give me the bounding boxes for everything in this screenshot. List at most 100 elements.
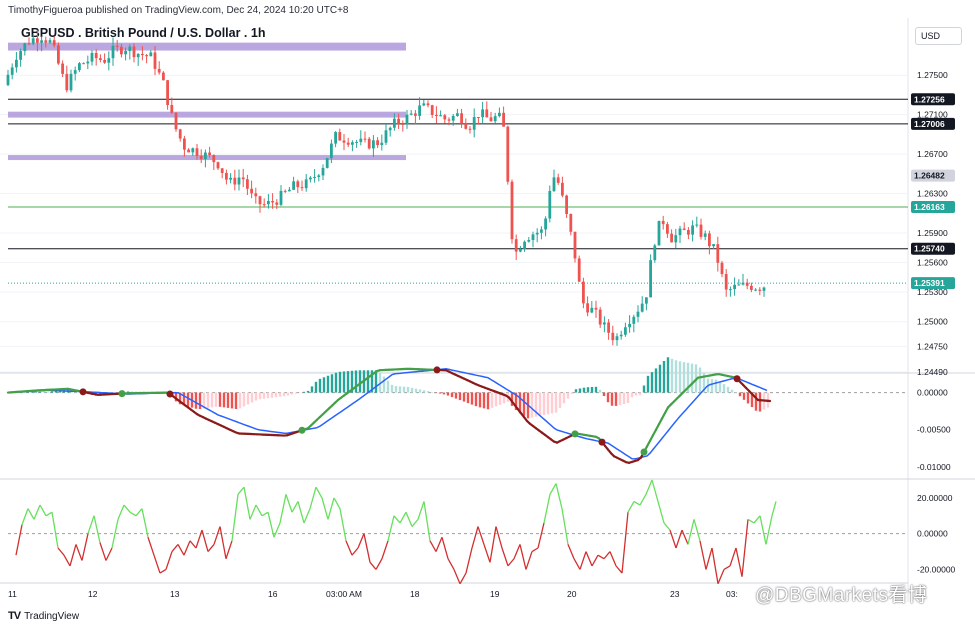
- candle-body: [401, 123, 405, 125]
- macd-histogram-bar: [482, 392, 486, 409]
- candle-body: [531, 234, 535, 241]
- osc-line-segment: [213, 526, 221, 545]
- candle-body: [691, 225, 694, 235]
- time-tick-label: 03:00 AM: [326, 589, 362, 599]
- candle-body: [430, 105, 434, 115]
- osc-line-segment: [597, 554, 605, 560]
- macd-histogram-bar: [438, 392, 442, 394]
- candle-body: [628, 323, 631, 328]
- macd-histogram-bar: [42, 391, 46, 393]
- macd-histogram-bar: [614, 392, 618, 406]
- candle-body: [241, 177, 245, 180]
- macd-histogram-bar: [590, 387, 594, 393]
- candle-body: [552, 177, 556, 191]
- osc-line-segment: [585, 551, 593, 567]
- osc-line-segment: [567, 544, 575, 559]
- osc-line-segment: [579, 551, 587, 570]
- time-tick-label: 11: [8, 589, 17, 599]
- macd-histogram-bar: [394, 386, 398, 393]
- candle-body: [535, 232, 539, 235]
- candle-body: [624, 327, 627, 335]
- macd-cross-dot: [166, 390, 174, 398]
- candle-body: [670, 233, 673, 243]
- osc-line-segment: [33, 504, 41, 520]
- macd-histogram-bar: [198, 392, 202, 410]
- candle-body: [65, 73, 69, 91]
- osc-line-segment: [237, 486, 245, 495]
- macd-histogram-bar: [358, 370, 362, 393]
- candle-body: [577, 258, 581, 282]
- osc-line-segment: [495, 526, 503, 549]
- osc-line-segment: [519, 544, 527, 570]
- candle-body: [195, 148, 199, 157]
- macd-histogram-bar: [50, 391, 54, 393]
- macd-histogram-bar: [246, 392, 250, 405]
- footer-brand[interactable]: TradingView: [24, 611, 79, 622]
- macd-histogram-bar: [402, 386, 406, 393]
- candle-body: [334, 132, 337, 144]
- candle-body: [254, 193, 258, 197]
- macd-histogram-bar: [226, 392, 230, 408]
- candle-body: [52, 40, 56, 46]
- macd-histogram-bar: [574, 389, 578, 393]
- osc-line-segment: [99, 542, 107, 561]
- candle-body: [464, 123, 468, 129]
- candle-body: [120, 46, 123, 55]
- macd-histogram-bar: [34, 391, 38, 393]
- macd-tick-label: -0.00500: [917, 425, 951, 435]
- osc-line-segment: [741, 519, 749, 577]
- macd-histogram-bar: [290, 392, 294, 395]
- candle-body: [183, 138, 186, 150]
- macd-histogram-bar: [250, 392, 254, 403]
- osc-line-segment: [561, 508, 569, 545]
- macd-histogram-bar: [214, 392, 218, 407]
- macd-histogram-bar: [746, 392, 750, 404]
- macd-cross-dot: [79, 388, 87, 396]
- macd-histogram-bar: [342, 371, 346, 393]
- macd-histogram-bar: [666, 357, 670, 393]
- osc-line-segment: [459, 572, 467, 585]
- macd-histogram-bar: [638, 392, 642, 396]
- osc-line-segment: [717, 569, 725, 585]
- macd-histogram-bar: [674, 360, 678, 393]
- candle-body: [422, 103, 426, 106]
- candle-body: [99, 58, 102, 60]
- candle-body: [124, 51, 127, 55]
- macd-histogram-bar: [562, 392, 566, 404]
- candle-body: [443, 115, 447, 120]
- candle-body: [397, 118, 400, 124]
- candle-body: [36, 38, 39, 43]
- macd-histogram-bar: [242, 392, 246, 407]
- osc-line-segment: [729, 547, 737, 567]
- osc-line-segment: [69, 544, 77, 567]
- macd-histogram-bar: [266, 392, 270, 399]
- chart-canvas[interactable]: 1.275001.271001.267001.263001.259001.256…: [0, 0, 975, 631]
- candle-body: [510, 181, 514, 240]
- osc-line-segment: [507, 558, 515, 567]
- candle-body: [216, 162, 220, 169]
- osc-line-segment: [75, 544, 83, 561]
- candle-body: [649, 260, 652, 298]
- candle-body: [451, 115, 455, 121]
- osc-line-segment: [387, 515, 395, 541]
- time-tick-label: 20: [567, 589, 577, 599]
- price-tick-label: 1.25900: [917, 228, 948, 238]
- macd-tick-label: -0.01000: [917, 462, 951, 472]
- macd-histogram-bar: [682, 362, 686, 393]
- candle-body: [561, 182, 564, 196]
- osc-line-segment: [669, 529, 677, 549]
- time-tick-label: 18: [410, 589, 420, 599]
- macd-histogram-bar: [450, 392, 454, 398]
- candle-body: [472, 116, 476, 130]
- candle-body: [607, 322, 610, 333]
- osc-line-segment: [441, 537, 449, 559]
- price-level-label: 1.26163: [914, 202, 945, 212]
- macd-histogram-bar: [194, 392, 198, 409]
- macd-histogram-bar: [258, 392, 262, 400]
- macd-histogram-bar: [366, 370, 370, 393]
- price-tick-label: 1.24490: [917, 367, 948, 377]
- candle-body: [493, 116, 497, 122]
- osc-line-segment: [723, 565, 731, 571]
- macd-histogram-bar: [578, 388, 582, 393]
- macd-histogram-bar: [210, 392, 214, 408]
